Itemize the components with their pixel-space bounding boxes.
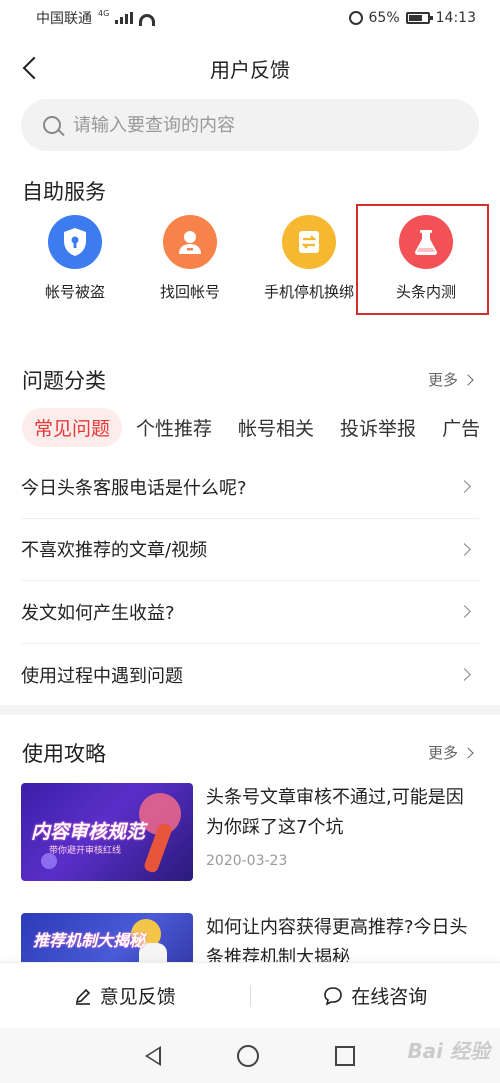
section-divider	[0, 705, 500, 715]
network-label: 4G	[98, 8, 110, 18]
service-phone-rebind[interactable]: 手机停机换绑	[249, 215, 369, 302]
feedback-button[interactable]: 意见反馈	[0, 982, 250, 1009]
alarm-icon	[348, 11, 363, 25]
online-consult-button[interactable]: 在线咨询	[251, 982, 500, 1009]
consult-label: 在线咨询	[351, 986, 428, 1008]
chevron-right-icon	[458, 605, 471, 619]
tab-personal-recommend[interactable]: 个性推荐	[136, 408, 224, 447]
bottom-action-bar: 意见反馈 在线咨询	[0, 962, 500, 1028]
guide-card[interactable]: 内容审核规范 带你避开审核红线 头条号文章审核不通过,可能是因为你踩了这7个坑 …	[21, 783, 479, 883]
faq-item[interactable]: 发文如何产生收益?	[21, 581, 479, 644]
page-title: 用户反馈	[210, 57, 290, 82]
system-home-icon[interactable]	[237, 1044, 259, 1067]
feedback-label: 意见反馈	[99, 986, 176, 1008]
watermark-logo: Bai 经验	[407, 1039, 490, 1063]
tab-common-questions[interactable]: 常见问题	[22, 407, 123, 447]
guides-more-link[interactable]: 更多	[427, 742, 474, 763]
search-icon	[43, 116, 61, 134]
faq-text: 使用过程中遇到问题	[21, 665, 183, 687]
shield-lock-icon	[48, 215, 102, 269]
tab-ads[interactable]: 广告	[442, 408, 492, 447]
wifi-icon	[139, 14, 156, 26]
chevron-right-icon	[458, 668, 471, 682]
thumb-subtitle: 带你避开审核红线	[49, 846, 122, 856]
guide-info: 头条号文章审核不通过,可能是因为你踩了这7个坑 2020-03-23	[206, 783, 468, 883]
clock-label: 14:13	[435, 10, 476, 26]
chevron-right-icon	[462, 373, 474, 386]
thumb-title: 推荐机制大揭秘	[33, 931, 146, 950]
service-label: 帐号被盗	[44, 283, 105, 301]
chevron-right-icon	[458, 542, 471, 556]
faq-item[interactable]: 今日头条客服电话是什么呢?	[21, 456, 479, 519]
faq-text: 不喜欢推荐的文章/视频	[21, 540, 208, 562]
guide-thumbnail: 内容审核规范 带你避开审核红线	[21, 783, 193, 881]
faq-item[interactable]: 使用过程中遇到问题	[21, 644, 479, 707]
tab-account[interactable]: 帐号相关	[238, 408, 326, 447]
faq-text: 发文如何产生收益?	[21, 602, 175, 624]
swap-icon	[282, 215, 336, 269]
faq-list: 今日头条客服电话是什么呢? 不喜欢推荐的文章/视频 发文如何产生收益? 使用过程…	[21, 456, 479, 706]
categories-more-link[interactable]: 更多	[427, 369, 474, 390]
highlight-box	[356, 204, 489, 315]
status-right: 65% 14:13	[348, 10, 476, 26]
battery-icon	[405, 12, 433, 24]
user-icon	[163, 215, 217, 269]
tab-complaint[interactable]: 投诉举报	[340, 408, 428, 447]
service-account-stolen[interactable]: 帐号被盗	[15, 215, 135, 302]
signal-icon	[115, 12, 134, 24]
more-label: 更多	[427, 371, 458, 389]
system-back-icon[interactable]	[145, 1045, 161, 1066]
guides-title: 使用攻略	[22, 742, 106, 766]
search-bar[interactable]	[21, 99, 479, 151]
status-bar: 中国联通 4G 65% 14:13	[0, 0, 500, 36]
self-service-title: 自助服务	[22, 180, 106, 204]
service-recover-account[interactable]: 找回帐号	[130, 215, 250, 302]
system-recents-icon[interactable]	[335, 1045, 355, 1066]
back-arrow-icon[interactable]	[20, 55, 46, 81]
service-label: 找回帐号	[159, 283, 220, 301]
categories-title: 问题分类	[22, 369, 106, 393]
battery-label: 65%	[368, 10, 400, 26]
chevron-right-icon	[458, 480, 471, 494]
pencil-icon	[75, 988, 90, 1005]
category-tabs: 常见问题 个性推荐 帐号相关 投诉举报 广告	[22, 406, 492, 448]
guide-date: 2020-03-23	[206, 853, 288, 869]
carrier-label: 中国联通	[36, 11, 92, 27]
more-label: 更多	[427, 744, 458, 762]
guide-title: 头条号文章审核不通过,可能是因为你踩了这7个坑	[206, 787, 464, 838]
status-left: 中国联通 4G	[36, 8, 156, 28]
chat-bubble-icon	[324, 986, 343, 1005]
search-input[interactable]	[73, 114, 453, 136]
nav-bar: 用户反馈	[0, 42, 500, 94]
chevron-right-icon	[462, 746, 474, 759]
thumb-title: 内容审核规范	[31, 821, 146, 843]
service-label: 手机停机换绑	[263, 283, 354, 301]
faq-item[interactable]: 不喜欢推荐的文章/视频	[21, 519, 479, 581]
faq-text: 今日头条客服电话是什么呢?	[21, 477, 247, 499]
